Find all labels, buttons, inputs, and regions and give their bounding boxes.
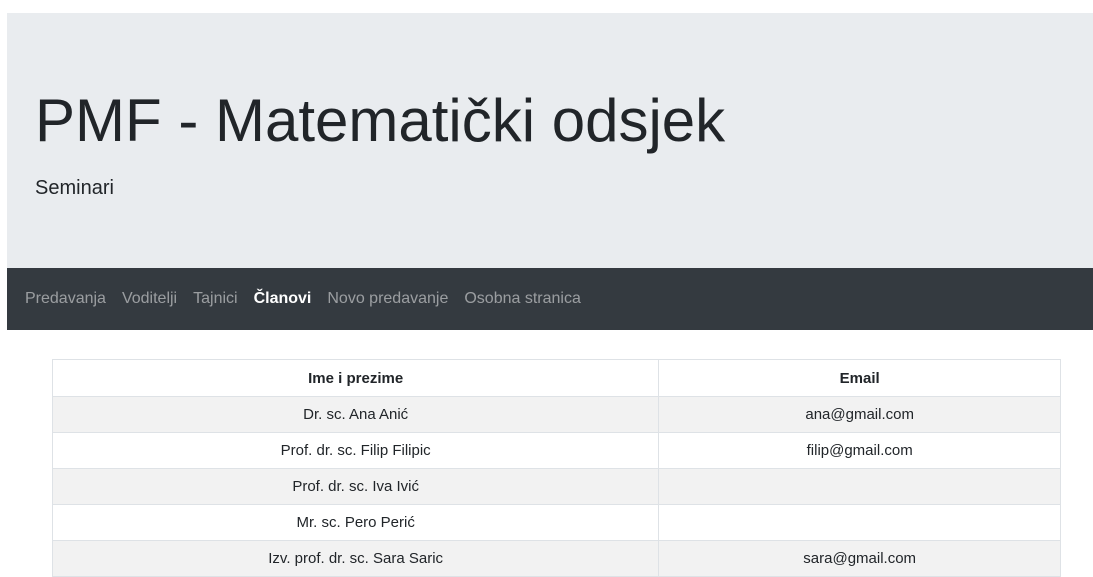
table-row: Mr. sc. Pero Perić [51,504,1061,541]
nav-item-osobna-stranica[interactable]: Osobna stranica [464,290,581,308]
page-subtitle: Seminari [35,177,114,199]
nav-item-voditelji[interactable]: Voditelji [122,290,177,308]
nav-item-clanovi[interactable]: Članovi [254,290,312,308]
member-email: sara@gmail.com [658,540,1061,577]
member-name: Prof. dr. sc. Filip Filipic [51,432,660,469]
member-email: ana@gmail.com [658,396,1061,433]
nav-item-predavanja[interactable]: Predavanja [25,290,106,308]
page-header: PMF - Matematički odsjek Seminari [7,13,1093,268]
page-title: PMF - Matematički odsjek [35,87,726,154]
table-header-row: Ime i prezime Email [51,359,1061,397]
member-name: Izv. prof. dr. sc. Sara Saric [51,540,660,577]
table-row: Prof. dr. sc. Iva Ivić [51,468,1061,505]
member-name: Prof. dr. sc. Iva Ivić [51,468,660,505]
column-header-email: Email [658,359,1061,397]
nav-item-novo-predavanje[interactable]: Novo predavanje [327,290,448,308]
member-name: Mr. sc. Pero Perić [51,504,660,541]
table-row: Prof. dr. sc. Filip Filipic filip@gmail.… [51,432,1061,469]
nav-item-tajnici[interactable]: Tajnici [193,290,237,308]
table-row: Izv. prof. dr. sc. Sara Saric sara@gmail… [51,540,1061,577]
member-email [658,504,1061,541]
nav-list: Predavanja Voditelji Tajnici Članovi Nov… [7,290,597,308]
table-row: Dr. sc. Ana Anić ana@gmail.com [51,396,1061,433]
main-navbar: Predavanja Voditelji Tajnici Članovi Nov… [7,268,1093,330]
members-table-container: Ime i prezime Email Dr. sc. Ana Anić ana… [51,359,1061,577]
member-name: Dr. sc. Ana Anić [51,396,660,433]
column-header-name: Ime i prezime [51,359,660,397]
member-email: filip@gmail.com [658,432,1061,469]
members-table: Ime i prezime Email Dr. sc. Ana Anić ana… [51,359,1061,577]
member-email [658,468,1061,505]
